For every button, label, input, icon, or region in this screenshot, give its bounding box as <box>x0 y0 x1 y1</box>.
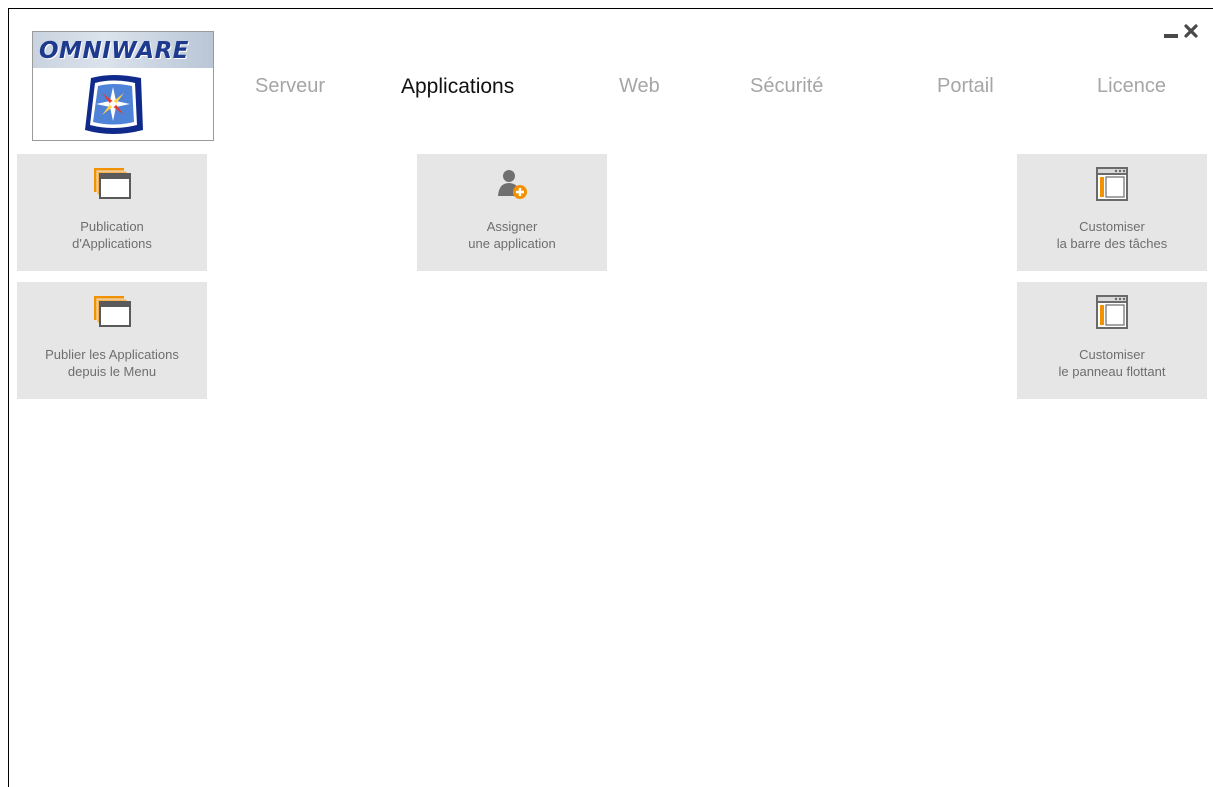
tile-label-line: le panneau flottant <box>1058 364 1166 379</box>
add-user-icon <box>498 170 527 199</box>
close-icon <box>1184 24 1198 38</box>
app-windows-icon <box>94 168 131 199</box>
tile-label-line: Customiser <box>1079 219 1145 234</box>
tile-label-line: Assigner <box>486 219 538 234</box>
close-button[interactable] <box>1183 23 1199 39</box>
taskbar-window-icon <box>1096 295 1128 329</box>
tile-label-line: depuis le Menu <box>67 364 157 379</box>
logo-text: OMNIWARE <box>39 38 190 64</box>
tile-assigner-application[interactable]: Assigner une application <box>417 154 607 271</box>
tile-customiser-barre-taches[interactable]: Customiser la barre des tâches <box>1017 154 1207 271</box>
tile-label: Customiser le panneau flottant <box>1017 346 1207 380</box>
tile-label: Publier les Applications depuis le Menu <box>17 346 207 380</box>
app-window: OMNIWARE Serveur Applications Web Sécuri… <box>8 8 1213 787</box>
tile-label-line: Publication <box>80 219 144 234</box>
minimize-button[interactable] <box>1163 23 1179 39</box>
tile-publier-applications-menu[interactable]: Publier les Applications depuis le Menu <box>17 282 207 399</box>
window-controls <box>1163 23 1199 39</box>
tab-portail[interactable]: Portail <box>937 75 994 98</box>
tile-customiser-panneau-flottant[interactable]: Customiser le panneau flottant <box>1017 282 1207 399</box>
tile-label: Assigner une application <box>417 218 607 252</box>
tile-label-line: Publier les Applications <box>45 347 179 362</box>
tile-label-line: Customiser <box>1079 347 1145 362</box>
tile-publication-applications[interactable]: Publication d'Applications <box>17 154 207 271</box>
tab-applications[interactable]: Applications <box>401 75 514 99</box>
minimize-icon <box>1164 34 1178 38</box>
taskbar-window-icon <box>1096 167 1128 201</box>
tile-label-line: une application <box>468 236 556 251</box>
tile-label: Publication d'Applications <box>17 218 207 252</box>
tile-label-line: la barre des tâches <box>1056 236 1168 251</box>
tab-securite[interactable]: Sécurité <box>750 75 823 98</box>
tab-licence[interactable]: Licence <box>1097 75 1166 98</box>
tab-web[interactable]: Web <box>619 75 660 98</box>
app-windows-icon <box>94 296 131 327</box>
main-nav: Serveur Applications Web Sécurité Portai… <box>9 75 1213 105</box>
tile-label-line: d'Applications <box>72 236 152 251</box>
tab-serveur[interactable]: Serveur <box>255 75 325 98</box>
tile-label: Customiser la barre des tâches <box>1017 218 1207 252</box>
